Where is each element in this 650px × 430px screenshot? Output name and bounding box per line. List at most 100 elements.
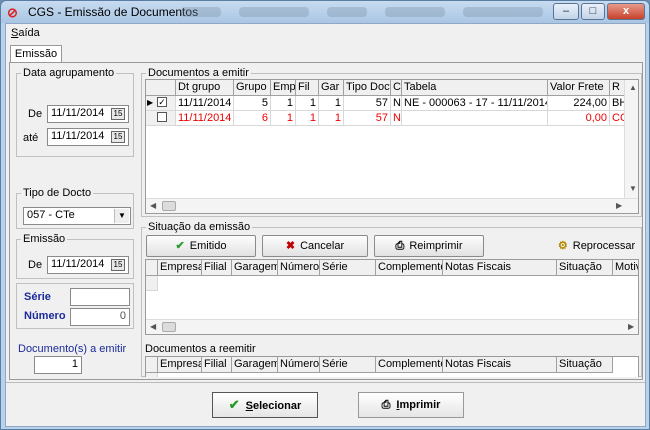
main-window: ⊘ CGS - Emissão de Documentos – □ x Saíd… <box>0 0 650 430</box>
tab-panel-emissao: Data agrupamento De 11/11/2014 15 até 11… <box>9 62 643 409</box>
table-cell: 11/11/2014 <box>176 111 234 126</box>
column-header[interactable]: Grupo <box>234 80 271 96</box>
reprocessar-button[interactable]: ⚙ Reprocessar <box>551 235 642 257</box>
emissao-legend: Emissão <box>23 233 66 245</box>
column-header[interactable]: Gar <box>319 80 344 96</box>
table-row-selector[interactable] <box>146 111 176 126</box>
table-row-selector[interactable]: ▶ ✓ <box>146 96 176 111</box>
column-header-blank <box>146 357 158 373</box>
row-checkbox[interactable]: ✓ <box>157 97 167 108</box>
column-header[interactable]: Garagem <box>232 357 278 373</box>
client-area: Saída Emissão Data agrupamento De 11/11/… <box>5 23 646 427</box>
documentos-a-emitir-count: 1 <box>34 356 82 374</box>
documentos-a-emitir-grid[interactable]: Dt grupoGrupoEmpFilGarTipo DoctoCTabelaV… <box>145 79 639 214</box>
bottom-bar: ✔ Selecionar ⎙ Imprimir <box>6 382 645 426</box>
table-cell: 57 <box>344 96 391 111</box>
column-header[interactable]: Emp <box>271 80 296 96</box>
de-label: De <box>28 108 43 120</box>
calendar-icon[interactable]: 15 <box>111 108 125 120</box>
table-cell: 224,00 <box>548 96 610 111</box>
column-header[interactable]: Número <box>278 260 320 276</box>
scroll-left-icon[interactable]: ◀ <box>150 322 156 331</box>
reemitir-grid[interactable]: Empresa Filial Garagem Número Série Complemen… <box>145 356 639 377</box>
scroll-thumb[interactable] <box>162 201 176 211</box>
column-header[interactable]: Garagem <box>232 260 278 276</box>
imprimir-button[interactable]: ⎙ Imprimir <box>358 392 464 418</box>
column-header[interactable]: Tipo Docto <box>344 80 391 96</box>
tab-emissao[interactable]: Emissão <box>10 45 62 63</box>
emitido-button[interactable]: ✔ Emitido <box>146 235 256 257</box>
tipo-docto-legend: Tipo de Docto <box>23 187 92 199</box>
column-header[interactable]: Valor Frete <box>548 80 610 96</box>
scroll-right-icon[interactable]: ▶ <box>628 322 634 331</box>
column-header[interactable]: Série <box>320 260 376 276</box>
gears-icon: ⚙ <box>557 240 568 252</box>
scroll-thumb[interactable] <box>162 322 176 332</box>
data-agrupamento-ate-input[interactable]: 11/11/2014 15 <box>47 128 129 146</box>
column-header[interactable]: Dt grupo <box>176 80 234 96</box>
cancel-x-icon: ✖ <box>285 240 296 252</box>
check-icon: ✔ <box>228 397 240 412</box>
column-header[interactable]: Empresa <box>158 357 202 373</box>
table-cell: 1 <box>296 111 319 126</box>
column-header[interactable]: R <box>610 80 625 96</box>
column-header-blank <box>146 260 158 276</box>
table-cell: NE - 000063 - 17 - 11/11/2014 <box>402 96 548 111</box>
table-cell: 1 <box>319 96 344 111</box>
minimize-button[interactable]: – <box>553 3 579 20</box>
column-header[interactable]: Situação <box>557 357 613 373</box>
column-header[interactable]: Filial <box>202 357 232 373</box>
horizontal-scrollbar[interactable]: ◀ ▶ <box>146 319 638 334</box>
title-bar[interactable]: ⊘ CGS - Emissão de Documentos – □ x <box>1 1 649 23</box>
emissao-de-input[interactable]: 11/11/2014 15 <box>47 256 129 274</box>
menu-saida[interactable]: Saída <box>11 27 40 39</box>
serie-input[interactable] <box>70 288 130 306</box>
tipo-docto-select[interactable]: 057 - CTe ▼ <box>23 207 131 225</box>
table-cell: 1 <box>319 111 344 126</box>
table-cell: CO <box>610 111 625 126</box>
row-checkbox[interactable] <box>157 112 167 123</box>
cancelar-button[interactable]: ✖ Cancelar <box>262 235 368 257</box>
close-button[interactable]: x <box>607 3 645 20</box>
vertical-scrollbar[interactable]: ▲ ▼ <box>624 80 638 198</box>
column-header[interactable]: Série <box>320 357 376 373</box>
column-header[interactable]: Motivo do <box>613 260 638 276</box>
printer-icon: ⎙ <box>395 240 405 252</box>
chevron-down-icon[interactable]: ▼ <box>114 209 129 223</box>
app-logo-icon: ⊘ <box>7 5 18 20</box>
horizontal-scrollbar[interactable]: ◀ ▶ <box>146 198 638 213</box>
table-cell <box>402 111 548 126</box>
selecionar-button[interactable]: ✔ Selecionar <box>212 392 318 418</box>
serie-label: Série <box>24 291 51 303</box>
column-header[interactable]: C <box>391 80 402 96</box>
column-header[interactable]: Notas Fiscais <box>443 260 557 276</box>
situacao-legend: Situação da emissão <box>148 221 251 233</box>
column-header[interactable] <box>146 80 176 96</box>
calendar-icon[interactable]: 15 <box>111 131 125 143</box>
scroll-left-icon[interactable]: ◀ <box>150 201 156 210</box>
table-cell: 57 <box>344 111 391 126</box>
column-header[interactable]: Número <box>278 357 320 373</box>
table-cell: 0,00 <box>548 111 610 126</box>
scroll-right-icon[interactable]: ▶ <box>616 201 622 210</box>
reimprimir-button[interactable]: ⎙ Reimprimir <box>374 235 484 257</box>
maximize-button[interactable]: □ <box>581 3 605 20</box>
calendar-icon[interactable]: 15 <box>111 259 125 271</box>
documentos-a-emitir-legend: Documentos a emitir <box>148 67 249 79</box>
scroll-up-icon[interactable]: ▲ <box>629 83 637 92</box>
data-agrupamento-de-input[interactable]: 11/11/2014 15 <box>47 105 129 123</box>
table-cell: 1 <box>271 96 296 111</box>
column-header[interactable]: Empresa <box>158 260 202 276</box>
column-header[interactable]: Situação <box>557 260 613 276</box>
table-cell: 11/11/2014 <box>176 96 234 111</box>
column-header[interactable]: Fil <box>296 80 319 96</box>
column-header[interactable]: Notas Fiscais <box>443 357 557 373</box>
column-header[interactable]: Complemento <box>376 260 443 276</box>
column-header[interactable]: Complemento <box>376 357 443 373</box>
column-header[interactable]: Tabela <box>402 80 548 96</box>
column-header[interactable]: Filial <box>202 260 232 276</box>
scroll-down-icon[interactable]: ▼ <box>629 184 637 193</box>
situacao-grid[interactable]: Empresa Filial Garagem Número Série Complemen… <box>145 259 639 335</box>
check-icon: ✔ <box>175 240 185 252</box>
numero-input[interactable]: 0 <box>70 308 130 326</box>
